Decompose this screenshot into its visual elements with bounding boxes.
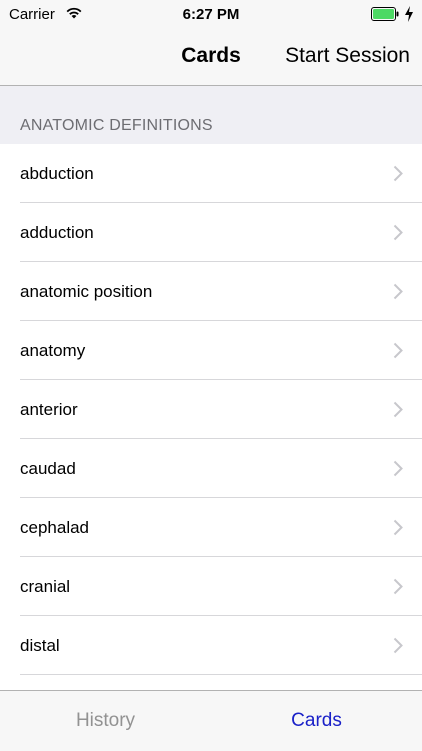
list-item-label: caudad — [20, 459, 76, 478]
chevron-right-icon — [393, 519, 403, 536]
status-bar: Carrier 6:27 PM — [0, 0, 422, 30]
list-item-label: anatomic position — [20, 282, 153, 301]
list-item-label: adduction — [20, 223, 94, 242]
list-item-label: cephalad — [20, 518, 90, 537]
tab-bar: History Cards — [0, 690, 422, 751]
clock: 6:27 PM — [182, 6, 240, 23]
list-item[interactable]: cranial — [0, 557, 422, 616]
list-item-label: distal — [20, 636, 60, 655]
list-item-label: abduction — [20, 164, 94, 183]
tab-history[interactable]: History — [0, 691, 211, 751]
list-item-label: cranial — [20, 577, 71, 596]
section-title: ANATOMIC DEFINITIONS — [20, 117, 213, 134]
tab-cards[interactable]: Cards — [211, 691, 422, 751]
list-item[interactable]: anterior — [0, 380, 422, 439]
list-item-label: anatomy — [20, 341, 86, 360]
list-item-label: anterior — [20, 400, 78, 419]
list-item[interactable]: adduction — [0, 203, 422, 262]
page-title: Cards — [181, 44, 241, 67]
chevron-right-icon — [393, 165, 403, 182]
navigation-bar: Cards Start Session — [0, 30, 422, 86]
battery-icon — [371, 7, 399, 21]
chevron-right-icon — [393, 342, 403, 359]
list-item[interactable]: cephalad — [0, 498, 422, 557]
list-item[interactable]: abduction — [0, 144, 422, 203]
chevron-right-icon — [393, 283, 403, 300]
chevron-right-icon — [393, 578, 403, 595]
start-session-button[interactable]: Start Session — [285, 44, 410, 68]
chevron-right-icon — [393, 401, 403, 418]
section-header: ANATOMIC DEFINITIONS — [0, 86, 422, 144]
list-item[interactable]: anatomic position — [0, 262, 422, 321]
list-item[interactable]: anatomy — [0, 321, 422, 380]
list-item[interactable]: caudad — [0, 439, 422, 498]
chevron-right-icon — [393, 460, 403, 477]
chevron-right-icon — [393, 637, 403, 654]
cards-list: abduction adduction anatomic position an… — [0, 144, 422, 675]
charge-icon — [405, 6, 413, 22]
chevron-right-icon — [393, 224, 403, 241]
list-item[interactable]: distal — [0, 616, 422, 675]
